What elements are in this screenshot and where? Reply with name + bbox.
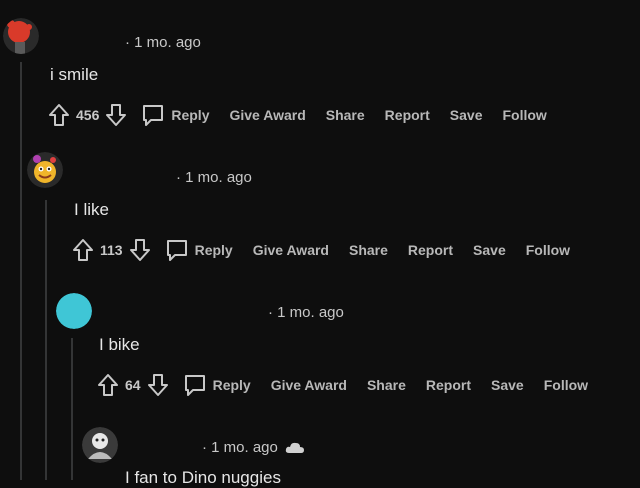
comment-timestamp: · 1 mo. ago <box>202 439 278 456</box>
vote-count: 456 <box>76 107 100 123</box>
upvote-arrow-icon[interactable] <box>97 373 119 397</box>
comment-body: I fan to Dino nuggies <box>125 468 281 487</box>
comment-body: i smile <box>50 65 99 84</box>
reply-label: Reply <box>194 242 233 258</box>
report-button[interactable]: Report <box>385 107 430 123</box>
give-award-button[interactable]: Give Award <box>271 377 347 393</box>
share-button[interactable]: Share <box>367 377 406 393</box>
share-button[interactable]: Share <box>326 107 365 123</box>
comment-actions: 456 Reply Give Award Share Report Save F… <box>48 102 547 128</box>
avatar[interactable] <box>56 293 92 329</box>
comment-body: I bike <box>99 335 140 354</box>
avatar[interactable] <box>3 18 39 54</box>
reply-label: Reply <box>171 107 210 123</box>
comment-timestamp: · 1 mo. ago <box>176 169 252 186</box>
comment-bubble-icon <box>165 238 189 262</box>
comment-body: I like <box>74 200 109 219</box>
reply-button[interactable]: Reply <box>141 103 209 127</box>
comment-actions: 113 Reply Give Award Share Report Save F… <box>72 237 570 263</box>
thread-line-level-1[interactable] <box>20 62 22 480</box>
comment-timestamp: · 1 mo. ago <box>125 34 201 51</box>
reply-label: Reply <box>212 377 251 393</box>
reply-button[interactable]: Reply <box>183 373 251 397</box>
give-award-button[interactable]: Give Award <box>253 242 329 258</box>
follow-button[interactable]: Follow <box>526 242 570 258</box>
thread-line-level-2[interactable] <box>45 200 47 480</box>
share-button[interactable]: Share <box>349 242 388 258</box>
report-button[interactable]: Report <box>408 242 453 258</box>
reply-button[interactable]: Reply <box>165 238 233 262</box>
avatar[interactable] <box>27 152 63 188</box>
upvote-arrow-icon[interactable] <box>48 103 70 127</box>
report-button[interactable]: Report <box>426 377 471 393</box>
follow-button[interactable]: Follow <box>544 377 588 393</box>
vote-count: 64 <box>125 377 141 393</box>
follow-button[interactable]: Follow <box>503 107 547 123</box>
comment-bubble-icon <box>183 373 207 397</box>
save-button[interactable]: Save <box>473 242 506 258</box>
downvote-arrow-icon[interactable] <box>129 238 151 262</box>
vote-count: 113 <box>100 242 123 258</box>
save-button[interactable]: Save <box>491 377 524 393</box>
upvote-arrow-icon[interactable] <box>72 238 94 262</box>
cloud-icon <box>285 440 305 454</box>
thread-line-level-3[interactable] <box>71 338 73 480</box>
avatar[interactable] <box>82 427 118 463</box>
downvote-arrow-icon[interactable] <box>147 373 169 397</box>
comment-actions: 64 Reply Give Award Share Report Save Fo… <box>97 372 588 398</box>
comment-bubble-icon <box>141 103 165 127</box>
comment-timestamp: · 1 mo. ago <box>268 304 344 321</box>
save-button[interactable]: Save <box>450 107 483 123</box>
give-award-button[interactable]: Give Award <box>229 107 305 123</box>
downvote-arrow-icon[interactable] <box>105 103 127 127</box>
